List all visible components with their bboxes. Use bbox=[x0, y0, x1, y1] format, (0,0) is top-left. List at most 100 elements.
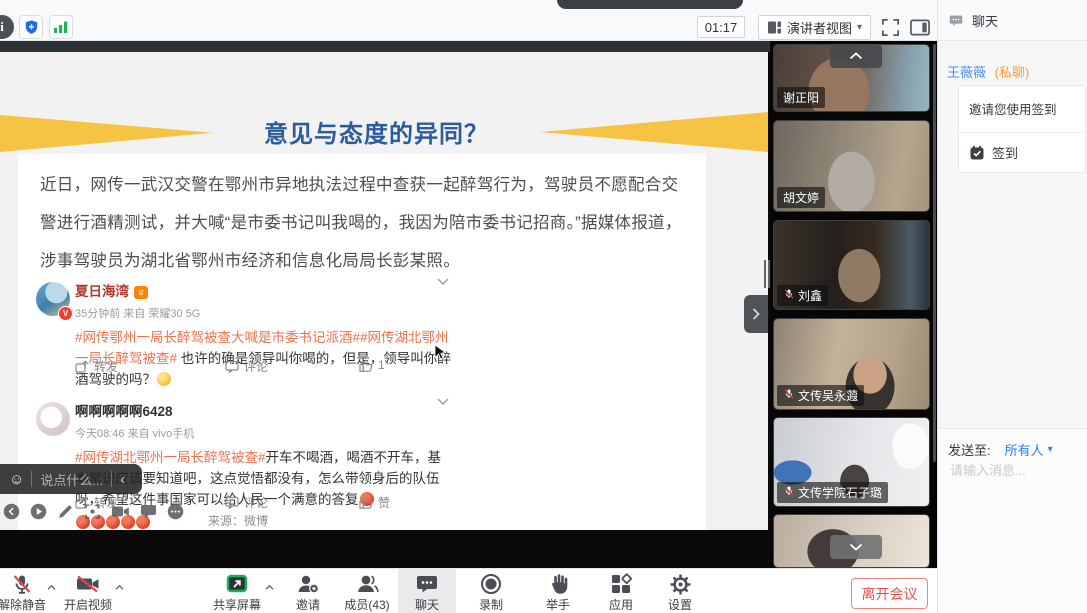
mic-muted-icon bbox=[783, 288, 795, 303]
fullscreen-icon[interactable] bbox=[878, 16, 902, 38]
participant-name-badge: 文传吴永蕸 bbox=[777, 385, 864, 406]
weibo-post: V 夏日海湾♕ 35分钟前 来自 荣耀30 5G #网传鄂州一局长醉驾被查大喊是… bbox=[28, 274, 453, 379]
record-button[interactable]: 录制 bbox=[459, 572, 523, 613]
layout-icon bbox=[767, 20, 782, 35]
video-strip-scrollbar[interactable] bbox=[933, 44, 936, 462]
grip-line bbox=[764, 260, 766, 288]
participant-video[interactable]: 胡文婷 bbox=[773, 120, 930, 212]
thumbs-up-icon bbox=[359, 359, 373, 372]
comment-button: 评论 bbox=[225, 494, 268, 511]
share-screen-icon bbox=[225, 572, 249, 596]
meeting-window: i 01:17 演讲者视图 ▾ bbox=[0, 0, 1087, 613]
sign-in-button[interactable]: 签到 bbox=[959, 133, 1085, 172]
shared-screen-top-strip bbox=[0, 41, 770, 52]
info-icon[interactable]: i bbox=[0, 15, 14, 39]
chat-message-sender: 王薇薇 (私聊) bbox=[947, 62, 1029, 81]
start-video-button[interactable]: 开启视频 bbox=[56, 572, 120, 613]
comment-icon bbox=[225, 360, 239, 373]
post-username: 夏日海湾 bbox=[75, 284, 129, 299]
thumbs-up-icon bbox=[359, 496, 373, 509]
members-button[interactable]: 成员(43) bbox=[335, 572, 399, 613]
sign-in-invite-text: 邀请您使用签到 bbox=[959, 86, 1085, 132]
apps-grid-icon bbox=[609, 572, 633, 596]
view-mode-dropdown[interactable]: 演讲者视图 ▾ bbox=[758, 15, 871, 40]
send-to-label: 发送至: bbox=[948, 440, 991, 459]
participant-name-badge: 文传学院石子璐 bbox=[777, 482, 888, 503]
chevron-down-icon: ▾ bbox=[1048, 445, 1053, 455]
meeting-info-notch[interactable] bbox=[557, 0, 743, 9]
repost-icon bbox=[75, 360, 89, 373]
grip-line bbox=[768, 260, 770, 288]
record-icon bbox=[479, 572, 503, 596]
raise-hand-button[interactable]: 举手 bbox=[526, 572, 590, 613]
comment-icon bbox=[225, 496, 239, 509]
mouse-cursor bbox=[434, 344, 448, 360]
send-to-selector[interactable]: 所有人 bbox=[1005, 440, 1044, 459]
settings-button[interactable]: 设置 bbox=[648, 572, 712, 613]
video-strip-collapse-handle[interactable] bbox=[744, 295, 768, 333]
scroll-down-button[interactable] bbox=[830, 535, 882, 559]
camera-muted-icon bbox=[75, 572, 101, 596]
chat-message-input[interactable] bbox=[948, 462, 1082, 479]
comment-input-bar: ☺ 说点什么... ‹ bbox=[0, 464, 142, 494]
share-options-chevron[interactable] bbox=[262, 580, 276, 594]
participant-video[interactable]: 文传吴永蕸 bbox=[773, 318, 930, 410]
bottom-toolbar: 解除静音 开启视频 共享屏幕 邀请 bbox=[0, 568, 937, 613]
chat-panel: 聊天 王薇薇 (私聊) 邀请您使用签到 签到 发送至: 所有人 bbox=[937, 0, 1087, 613]
invite-button[interactable]: 邀请 bbox=[276, 572, 340, 613]
network-signal-icon[interactable] bbox=[49, 15, 73, 39]
calendar-check-icon bbox=[969, 145, 985, 161]
participant-video[interactable]: 文传学院石子璐 bbox=[773, 417, 930, 507]
private-chat-tag: (私聊) bbox=[995, 65, 1030, 80]
share-screen-button[interactable]: 共享屏幕 bbox=[205, 572, 269, 613]
post-meta: 今天08:46 来自 vivo手机 bbox=[75, 425, 453, 441]
gear-icon bbox=[669, 572, 692, 596]
meeting-timer: 01:17 bbox=[697, 16, 745, 38]
top-toolbar: i 01:17 演讲者视图 ▾ bbox=[0, 0, 937, 41]
shield-plus-icon bbox=[23, 19, 40, 36]
sender-name: 王薇薇 bbox=[947, 65, 986, 80]
participants-video-strip: 谢正阳 胡文婷 刘鑫 bbox=[770, 41, 937, 568]
chevron-up-icon bbox=[114, 584, 125, 591]
shared-screen-area: 意见与态度的异同？ 近日，网传一武汉交警在鄂州市异地执法过程中查获一起醉驾行为，… bbox=[0, 41, 770, 568]
apps-button[interactable]: 应用 bbox=[589, 572, 653, 613]
mic-muted-icon bbox=[783, 388, 795, 403]
vip-crown-badge: ♕ bbox=[134, 286, 148, 299]
back-icon bbox=[3, 503, 20, 520]
chat-button[interactable]: 聊天 bbox=[398, 569, 456, 613]
sign-in-invite-card[interactable]: 邀请您使用签到 签到 bbox=[958, 85, 1086, 173]
signal-bars-icon bbox=[53, 20, 69, 34]
send-to-row: 发送至: 所有人 ▾ bbox=[948, 440, 1053, 459]
shared-slide: 意见与态度的异同？ 近日，网传一武汉交警在鄂州市异地执法过程中查获一起醉驾行为，… bbox=[0, 52, 768, 530]
video-options-chevron[interactable] bbox=[112, 580, 126, 594]
collapse-strip-button[interactable] bbox=[830, 44, 882, 68]
participant-name-badge: 谢正阳 bbox=[777, 87, 825, 108]
security-shield-icon[interactable] bbox=[19, 15, 43, 39]
post-username: 啊啊啊啊啊6428 bbox=[75, 404, 173, 419]
view-mode-label: 演讲者视图 bbox=[787, 18, 852, 37]
chat-bubble-icon bbox=[948, 13, 964, 28]
chevron-right-icon bbox=[751, 307, 761, 321]
smiley-face-emoji bbox=[157, 372, 171, 386]
pencil-icon bbox=[57, 503, 74, 520]
comment-button: 评论 bbox=[225, 358, 268, 375]
participant-video[interactable]: 刘鑫 bbox=[773, 220, 930, 310]
raised-hand-icon bbox=[546, 572, 570, 596]
chat-panel-title: 聊天 bbox=[972, 11, 998, 30]
weibo-post: 啊啊啊啊啊6428 今天08:46 来自 vivo手机 #网传湖北鄂州一局长醉驾… bbox=[28, 394, 453, 514]
more-dots-icon bbox=[167, 503, 184, 520]
leave-meeting-button[interactable]: 离开会议 bbox=[851, 578, 928, 609]
banner-triangle-left bbox=[0, 115, 213, 152]
smiley-icon: ☺ bbox=[0, 471, 31, 488]
participant-name-badge: 胡文婷 bbox=[777, 187, 825, 208]
post-meta: 35分钟前 来自 荣耀30 5G bbox=[75, 305, 453, 321]
sign-in-label: 签到 bbox=[992, 143, 1018, 162]
chat-bubble-icon bbox=[415, 572, 439, 596]
slide-paragraph: 近日，网传一武汉交警在鄂州市异地执法过程中查获一起醉驾行为，驾驶员不愿配合交警进… bbox=[40, 166, 692, 280]
verified-badge: V bbox=[58, 306, 73, 321]
chevron-down-icon: ▾ bbox=[857, 23, 862, 33]
side-panel-icon[interactable] bbox=[908, 16, 932, 38]
comment-placeholder: 说点什么... bbox=[32, 470, 111, 489]
message-icon bbox=[140, 504, 157, 519]
chat-panel-header: 聊天 bbox=[938, 0, 1087, 41]
